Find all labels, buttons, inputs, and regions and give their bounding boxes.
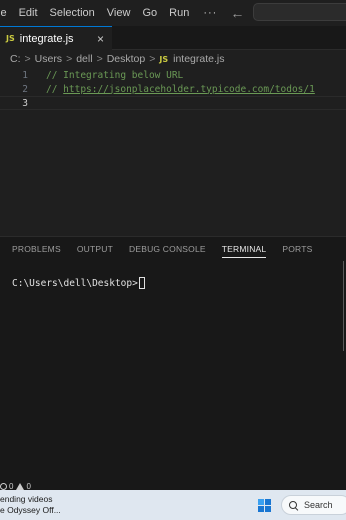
menu-run[interactable]: Run [163,7,195,19]
menu-file[interactable]: le [0,7,13,19]
tab-output[interactable]: OUTPUT [71,237,119,261]
windows-start-icon[interactable] [258,499,271,512]
terminal-line[interactable]: C:\Users\dell\Desktop> [12,277,145,289]
menu-bar: le Edit Selection View Go Run ··· ← → [0,0,346,26]
code-comment: // https://jsonplaceholder.typicode.com/… [28,84,315,95]
menu-go[interactable]: Go [136,7,163,19]
search-label: Search [304,500,333,510]
panel-tab-bar: PROBLEMS OUTPUT DEBUG CONSOLE TERMINAL P… [0,237,346,261]
taskbar-search[interactable]: Search [281,495,346,515]
line-number: 3 [22,97,28,109]
tab-debug-console[interactable]: DEBUG CONSOLE [123,237,212,261]
back-arrow-icon[interactable]: ← [225,5,249,21]
news-line-1: ending videos [0,494,53,504]
code-comment: // Integrating below URL [46,69,184,81]
terminal-prompt: C:\Users\dell\Desktop> [12,277,138,289]
panel-resize-edge[interactable] [343,261,344,351]
breadcrumb-desktop[interactable]: Desktop [107,53,146,65]
tab-problems[interactable]: PROBLEMS [6,237,67,261]
close-tab-icon[interactable]: × [97,32,104,46]
breadcrumb: C: > Users > dell > Desktop > JS integra… [0,50,346,68]
error-icon [0,482,7,490]
breadcrumb-users[interactable]: Users [35,53,62,65]
code-editor[interactable]: 1 // Integrating below URL 2 // https://… [0,68,346,233]
terminal-cursor [138,277,145,289]
code-line-current: 3 [0,96,346,110]
status-bar: 0 0 [0,482,346,491]
menu-selection[interactable]: Selection [44,7,101,19]
warning-icon [16,482,25,490]
menu-edit[interactable]: Edit [13,7,44,19]
code-line: 1 // Integrating below URL [0,68,346,82]
tab-label: integrate.js [19,32,74,45]
chevron-right-icon: > [24,53,31,65]
comment-prefix: // [46,83,64,95]
search-icon [289,500,298,510]
chevron-right-icon: > [149,53,156,65]
code-line: 2 // https://jsonplaceholder.typicode.co… [0,82,346,96]
url-link[interactable]: https://jsonplaceholder.typicode.com/tod… [63,84,315,95]
news-line-2: e Odyssey Off... [0,505,61,515]
line-number: 1 [22,69,28,81]
chevron-right-icon: > [66,53,73,65]
tab-integrate-js[interactable]: JS integrate.js × [0,26,112,50]
menu-view[interactable]: View [101,7,137,19]
breadcrumb-file[interactable]: integrate.js [173,53,224,65]
command-center-search[interactable] [253,3,346,21]
javascript-file-icon: JS [6,34,15,43]
windows-taskbar: ending videos e Odyssey Off... Search [0,490,346,520]
news-widget[interactable]: ending videos e Odyssey Off... [0,494,61,516]
tab-ports[interactable]: PORTS [276,237,318,261]
chevron-right-icon: > [96,53,103,65]
javascript-file-icon: JS [159,54,169,64]
tab-terminal[interactable]: TERMINAL [216,237,273,261]
more-menu-icon[interactable]: ··· [195,7,225,19]
line-number: 2 [22,83,28,95]
breadcrumb-drive[interactable]: C: [10,53,21,65]
bottom-panel: PROBLEMS OUTPUT DEBUG CONSOLE TERMINAL P… [0,236,346,482]
editor-tab-bar: JS integrate.js × [0,26,346,50]
breadcrumb-dell[interactable]: dell [76,53,92,65]
